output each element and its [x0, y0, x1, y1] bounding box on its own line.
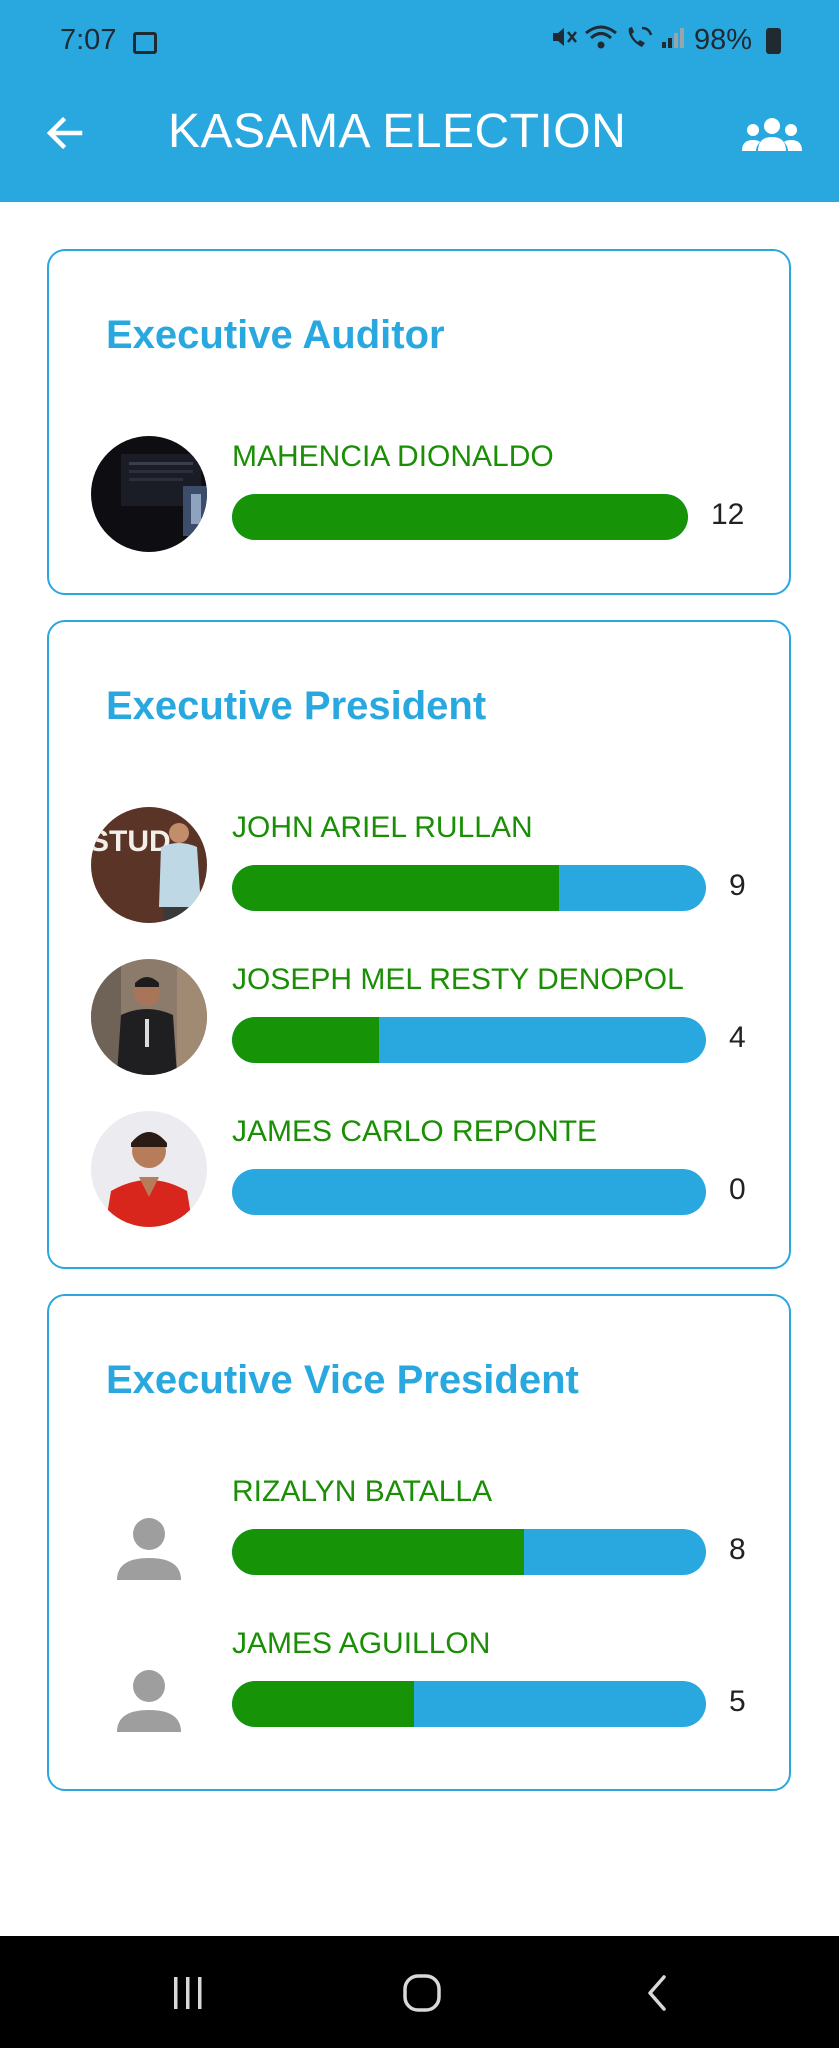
position-card-vice-president: Executive Vice President RIZALYN BATALLA… — [47, 1294, 791, 1791]
vote-bar-fill — [232, 494, 688, 540]
battery-percent: 98% — [693, 24, 752, 56]
svg-text:STUD: STUD — [91, 825, 171, 858]
vote-bar — [232, 494, 688, 540]
candidate-avatar — [91, 1491, 207, 1607]
vote-count: 12 — [711, 498, 745, 531]
wifi-call-icon — [624, 24, 654, 57]
candidate-name: RIZALYN BATALLA — [232, 1475, 493, 1508]
back-button[interactable] — [40, 108, 90, 158]
back-chevron-icon — [648, 1975, 666, 2011]
vote-bar — [232, 865, 706, 911]
vote-bar-fill — [232, 1529, 524, 1575]
vote-bar — [232, 1017, 706, 1063]
candidate-name: JAMES AGUILLON — [232, 1627, 491, 1660]
arrow-left-icon — [46, 116, 83, 150]
status-right: 98% — [550, 24, 781, 57]
vote-bar-fill — [232, 1681, 415, 1727]
vote-count: 5 — [729, 1685, 746, 1718]
candidate-row[interactable]: JAMES AGUILLON 5 — [49, 1623, 789, 1743]
candidate-row[interactable]: RIZALYN BATALLA 8 — [49, 1471, 789, 1591]
vote-count: 4 — [729, 1021, 746, 1054]
recents-button[interactable] — [158, 1966, 218, 2020]
status-bar: 7:07 98% — [0, 0, 839, 90]
candidate-row[interactable]: STUD JOHN ARIEL RULLAN 9 — [49, 807, 789, 927]
recents-icon — [174, 1977, 202, 2009]
position-card-auditor: Executive Auditor MAHENCIA DIONALDO 12 — [47, 249, 791, 595]
signal-icon — [660, 24, 686, 57]
vote-bar-fill — [232, 1017, 379, 1063]
candidate-avatar: STUD — [91, 807, 207, 923]
wifi-icon — [584, 24, 618, 57]
candidate-name: MAHENCIA DIONALDO — [232, 440, 554, 473]
home-button[interactable] — [392, 1966, 452, 2020]
person-icon — [117, 1670, 181, 1732]
position-card-president: Executive President STUD JOHN ARIEL RULL… — [47, 620, 791, 1269]
position-title: Executive President — [106, 684, 487, 728]
position-title: Executive Auditor — [106, 313, 445, 357]
person-icon — [117, 1518, 181, 1580]
nav-back-button[interactable] — [628, 1966, 688, 2020]
status-time: 7:07 — [60, 24, 117, 56]
candidate-avatar — [91, 436, 207, 552]
group-button[interactable] — [737, 110, 807, 160]
vote-bar — [232, 1169, 706, 1215]
app-bar: 7:07 98% KASAMA ELECTION — [0, 0, 839, 202]
vote-bar — [232, 1529, 706, 1575]
candidate-avatar — [91, 959, 207, 1075]
gallery-icon — [133, 32, 157, 54]
home-icon — [403, 1974, 441, 2012]
vote-count: 8 — [729, 1533, 746, 1566]
vote-count: 9 — [729, 869, 746, 902]
vote-count: 0 — [729, 1173, 746, 1206]
candidate-row[interactable]: MAHENCIA DIONALDO 12 — [49, 436, 789, 556]
candidate-row[interactable]: JAMES CARLO REPONTE 0 — [49, 1111, 789, 1231]
position-title: Executive Vice President — [106, 1358, 579, 1402]
vote-bar-fill — [232, 865, 560, 911]
mute-icon — [550, 24, 578, 57]
candidate-name: JOSEPH MEL RESTY DENOPOL — [232, 963, 684, 996]
candidate-row[interactable]: JOSEPH MEL RESTY DENOPOL 4 — [49, 959, 789, 1079]
page-title: KASAMA ELECTION — [168, 105, 627, 158]
battery-icon — [766, 27, 781, 54]
candidate-avatar — [91, 1643, 207, 1759]
candidate-name: JOHN ARIEL RULLAN — [232, 811, 533, 844]
vote-bar — [232, 1681, 706, 1727]
group-icon — [742, 118, 802, 151]
candidate-avatar — [91, 1111, 207, 1227]
candidate-name: JAMES CARLO REPONTE — [232, 1115, 598, 1148]
system-nav-bar — [0, 1936, 839, 2048]
